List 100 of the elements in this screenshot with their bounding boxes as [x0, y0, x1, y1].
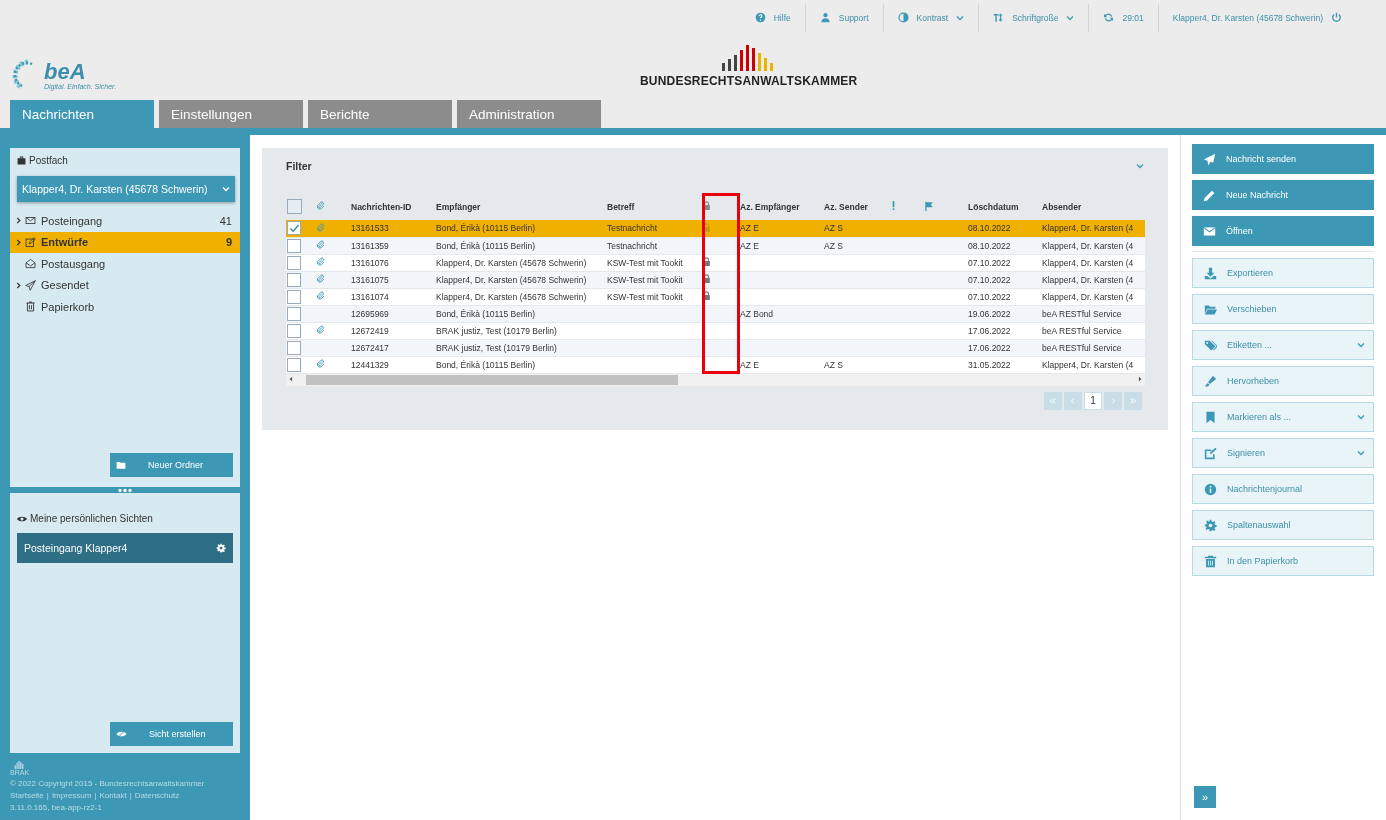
- folder-icon: [116, 460, 126, 470]
- checkbox[interactable]: [287, 357, 301, 372]
- help-icon: [754, 12, 766, 23]
- folder-icon: [1204, 302, 1217, 316]
- folder-item[interactable]: Posteingang 41: [10, 210, 240, 232]
- gear-icon: [216, 543, 226, 553]
- first-page-button[interactable]: [1044, 391, 1062, 410]
- table-cell: AZ S: [824, 359, 843, 370]
- table-cell: Testnachricht: [607, 223, 658, 234]
- checkbox[interactable]: [287, 340, 301, 355]
- folder-item[interactable]: Gesendet: [10, 274, 240, 296]
- page-button[interactable]: 1: [1084, 391, 1102, 410]
- footer-link[interactable]: Impressum: [51, 791, 92, 800]
- action-button[interactable]: Öffnen: [1192, 216, 1374, 246]
- action-button[interactable]: Neue Nachricht: [1192, 180, 1374, 210]
- action-button[interactable]: Spaltenauswahl: [1192, 510, 1374, 540]
- double-chevron-icon: [1049, 396, 1057, 405]
- checkbox[interactable]: [287, 221, 301, 236]
- mailbox-dropdown[interactable]: Klapper4, Dr. Karsten (45678 Schwerin): [17, 176, 235, 202]
- last-page-button[interactable]: [1124, 391, 1142, 410]
- next-page-button[interactable]: [1104, 391, 1122, 410]
- checkbox[interactable]: [287, 306, 301, 321]
- checkbox[interactable]: [287, 255, 301, 270]
- table-cell: Klapper4, Dr. Karsten (4: [1042, 359, 1134, 370]
- checkbox[interactable]: [287, 323, 301, 338]
- table-cell: 12672419: [351, 325, 389, 336]
- checkbox[interactable]: [287, 238, 301, 253]
- folder-item[interactable]: Postausgang: [10, 253, 240, 275]
- action-button[interactable]: Markieren als ...: [1192, 402, 1374, 432]
- table-cell: Klapper4, Dr. Karsten (4: [1042, 274, 1134, 285]
- checkmark-icon: [288, 222, 300, 234]
- nav-tab[interactable]: Einstellungen: [159, 100, 303, 128]
- action-button[interactable]: Nachricht senden: [1192, 144, 1374, 174]
- top-bar-link[interactable]: Schriftgroße: [1012, 12, 1059, 23]
- nav-tab[interactable]: Administration: [457, 100, 601, 128]
- nav-tab[interactable]: Nachrichten: [10, 100, 154, 128]
- double-chevron-icon: [1129, 396, 1137, 405]
- collapse-button[interactable]: »: [1194, 786, 1216, 808]
- action-button[interactable]: Hervorheben: [1192, 366, 1374, 396]
- edit-icon: [25, 236, 36, 248]
- action-button[interactable]: Nachrichtenjournal: [1192, 474, 1374, 504]
- paper-plane-icon: [1203, 152, 1216, 166]
- drag-handle-icon: [118, 487, 132, 493]
- action-button[interactable]: Etiketten ...: [1192, 330, 1374, 360]
- top-bar-link[interactable]: 29:01: [1122, 12, 1144, 23]
- marker-icon: [1204, 374, 1217, 388]
- top-bar-link[interactable]: Hilfe: [773, 12, 791, 23]
- table-cell: Klapper4, Dr. Karsten (45678 Schwerin): [436, 257, 587, 268]
- table-cell: 17.06.2022: [968, 342, 1011, 353]
- chevron-icon: [1109, 396, 1117, 405]
- table-cell: Klapper4, Dr. Karsten (45678 Schwerin): [436, 274, 587, 285]
- paper-plane-icon: [25, 279, 36, 291]
- table-cell: Testnachricht: [607, 240, 658, 251]
- table-cell: 13161076: [351, 257, 389, 268]
- caret-icon: [1136, 162, 1144, 170]
- pencil-icon: [1203, 188, 1216, 202]
- action-button[interactable]: Signieren: [1192, 438, 1374, 468]
- scroll-left-icon: [288, 376, 294, 382]
- view-item[interactable]: Posteingang Klapper4: [17, 533, 233, 563]
- table-cell: 08.10.2022: [968, 223, 1011, 234]
- copyright-text: © 2022 Copyright 2015 - Bundesrechtsanwaltskammer: [10, 779, 206, 788]
- footer-link[interactable]: Datenschutz: [134, 791, 180, 800]
- contrast-icon: [897, 12, 909, 23]
- column-header[interactable]: Absender: [1042, 201, 1082, 212]
- action-button[interactable]: Exportieren: [1192, 258, 1374, 288]
- table-cell: Klapper4, Dr. Karsten (4: [1042, 223, 1134, 234]
- footer-link[interactable]: Startseite: [10, 791, 44, 800]
- top-bar-link[interactable]: Kontrast: [916, 12, 949, 23]
- new-folder-button[interactable]: Neuer Ordner: [110, 453, 233, 477]
- folder-item[interactable]: Entwürfe 9: [10, 231, 240, 253]
- table-cell: 12695969: [351, 308, 389, 319]
- table-cell: 13161075: [351, 274, 389, 285]
- table-cell: 19.06.2022: [968, 308, 1011, 319]
- table-cell: AZ Bond: [740, 308, 774, 319]
- open-envelope-icon: [25, 258, 36, 270]
- previous-page-button[interactable]: [1064, 391, 1082, 410]
- power-icon: [1331, 12, 1342, 23]
- table-cell: 31.05.2022: [968, 359, 1011, 370]
- column-header[interactable]: Empfänger: [436, 201, 481, 212]
- top-bar-link[interactable]: Support: [838, 12, 869, 23]
- user-icon: [819, 12, 831, 23]
- trash-icon: [1204, 554, 1217, 568]
- table-cell: BRAK justiz, Test (10179 Berlin): [436, 342, 557, 353]
- checkbox[interactable]: [287, 199, 302, 214]
- create-view-button[interactable]: Sicht erstellen: [110, 722, 233, 746]
- table-cell: 12672417: [351, 342, 389, 353]
- table-cell: Klapper4, Dr. Karsten (45678 Schwerin): [436, 291, 587, 302]
- action-button[interactable]: Verschieben: [1192, 294, 1374, 324]
- text-size-icon: [993, 12, 1005, 23]
- column-header[interactable]: Betreff: [607, 201, 635, 212]
- table-cell: 17.06.2022: [968, 325, 1011, 336]
- footer-link[interactable]: Kontakt: [99, 791, 127, 800]
- checkbox[interactable]: [287, 289, 301, 304]
- nav-tab[interactable]: Berichte: [308, 100, 452, 128]
- chamber-name: BUNDESRECHTSANWALTSKAMMER: [640, 74, 858, 88]
- top-bar-link[interactable]: Klapper4, Dr. Karsten (45678 Schwerin): [1172, 12, 1323, 23]
- action-button[interactable]: In den Papierkorb: [1192, 546, 1374, 576]
- folder-item[interactable]: Papierkorb: [10, 296, 240, 318]
- checkbox[interactable]: [287, 272, 301, 287]
- refresh-icon: [1103, 12, 1115, 23]
